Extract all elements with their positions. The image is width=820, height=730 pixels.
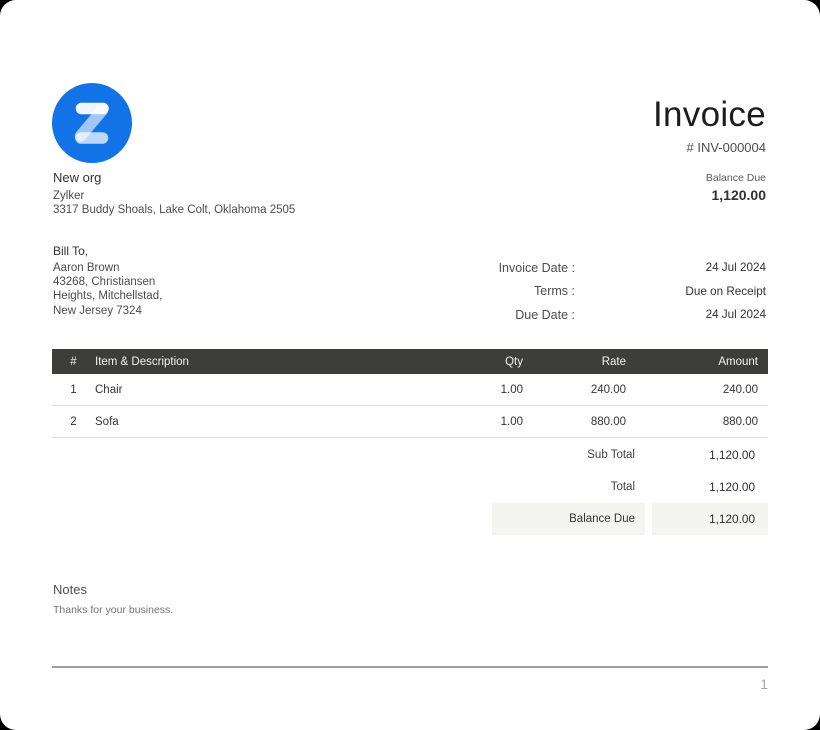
row-item: Chair (95, 384, 433, 396)
detail-row-due-date: Due Date : 24 Jul 2024 (476, 303, 766, 327)
column-header-index: # (52, 356, 95, 368)
terms-value: Due on Receipt (575, 285, 766, 298)
items-table-header: # Item & Description Qty Rate Amount (52, 349, 768, 374)
row-qty: 1.00 (433, 416, 523, 428)
bill-to-name: Aaron Brown (53, 261, 162, 275)
bill-to-address-line: 43268, Christiansen (53, 275, 162, 289)
column-header-amount: Amount (626, 356, 758, 368)
logo-z-icon (52, 83, 132, 163)
company-address: 3317 Buddy Shoals, Lake Colt, Oklahoma 2… (53, 203, 295, 217)
bill-to-label: Bill To, (53, 244, 162, 258)
notes-body: Thanks for your business. (53, 604, 173, 616)
invoice-date-value: 24 Jul 2024 (575, 261, 766, 274)
subtotal-label: Sub Total (492, 439, 645, 471)
totals-section: Sub Total 1,120.00 Total 1,120.00 Balanc… (492, 439, 768, 535)
items-table: # Item & Description Qty Rate Amount 1 C… (52, 349, 768, 438)
subtotal-row: Sub Total 1,120.00 (492, 439, 768, 471)
due-date-label: Due Date : (476, 308, 575, 322)
row-qty: 1.00 (433, 384, 523, 396)
row-amount: 880.00 (626, 416, 758, 428)
row-item: Sofa (95, 416, 433, 428)
notes-title: Notes (53, 582, 173, 597)
notes-section: Notes Thanks for your business. (53, 582, 173, 616)
terms-label: Terms : (476, 284, 575, 298)
row-amount: 240.00 (626, 384, 758, 396)
bill-to-address-line: New Jersey 7324 (53, 304, 162, 318)
invoice-page: New org Zylker 3317 Buddy Shoals, Lake C… (0, 0, 820, 730)
company-logo (52, 83, 132, 163)
balance-due-row: Balance Due 1,120.00 (492, 503, 768, 535)
detail-row-invoice-date: Invoice Date : 24 Jul 2024 (476, 256, 766, 280)
bill-to-section: Bill To, Aaron Brown 43268, Christiansen… (53, 244, 162, 318)
balance-row-label: Balance Due (492, 503, 645, 535)
invoice-header: Invoice # INV-000004 Balance Due 1,120.0… (653, 97, 766, 203)
column-header-rate: Rate (523, 356, 626, 368)
row-index: 1 (52, 384, 95, 396)
invoice-details: Invoice Date : 24 Jul 2024 Terms : Due o… (476, 256, 766, 327)
table-row: 1 Chair 1.00 240.00 240.00 (52, 374, 768, 406)
invoice-number: # INV-000004 (653, 140, 766, 155)
page-title: Invoice (653, 97, 766, 132)
invoice-date-label: Invoice Date : (476, 261, 575, 275)
balance-due-label: Balance Due (653, 172, 766, 184)
column-header-item: Item & Description (95, 356, 433, 368)
company-name: New org (53, 170, 295, 185)
company-info: New org Zylker 3317 Buddy Shoals, Lake C… (53, 170, 295, 218)
balance-due-amount: 1,120.00 (653, 187, 766, 203)
row-rate: 880.00 (523, 416, 626, 428)
balance-row-value: 1,120.00 (652, 503, 768, 535)
company-org: Zylker (53, 189, 295, 203)
column-header-qty: Qty (433, 356, 523, 368)
detail-row-terms: Terms : Due on Receipt (476, 280, 766, 304)
page-number: 1 (760, 676, 768, 692)
row-rate: 240.00 (523, 384, 626, 396)
due-date-value: 24 Jul 2024 (575, 308, 766, 321)
subtotal-value: 1,120.00 (652, 439, 768, 471)
bill-to-address-line: Heights, Mitchellstad, (53, 289, 162, 303)
footer-divider (52, 666, 768, 668)
total-label: Total (492, 471, 645, 503)
total-row: Total 1,120.00 (492, 471, 768, 503)
row-index: 2 (52, 416, 95, 428)
total-value: 1,120.00 (652, 471, 768, 503)
table-row: 2 Sofa 1.00 880.00 880.00 (52, 406, 768, 438)
